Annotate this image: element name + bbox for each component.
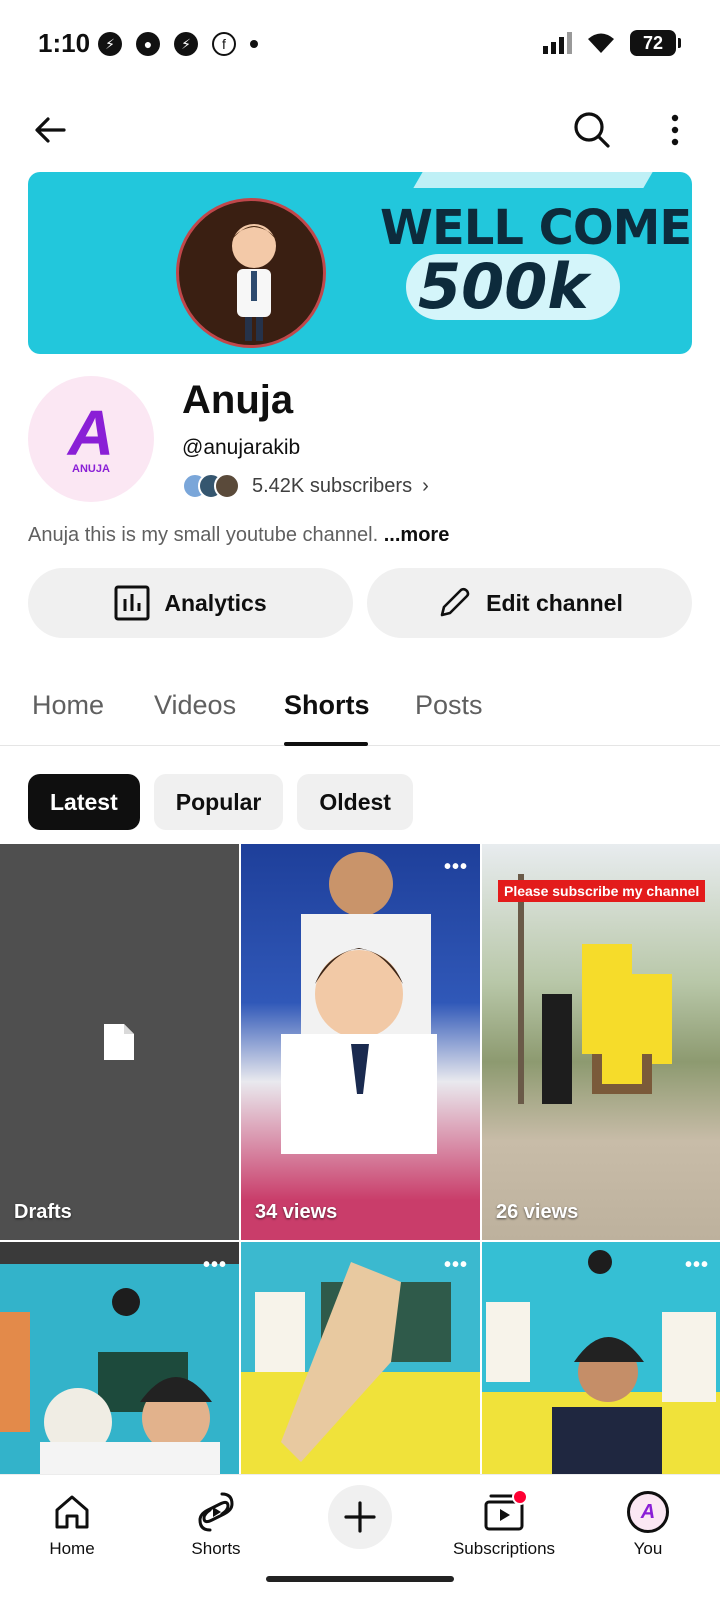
tile-more-icon[interactable]: ••• <box>203 1254 227 1277</box>
nav-home[interactable]: Home <box>12 1485 132 1559</box>
channel-name: Anuja <box>182 378 294 422</box>
notification-icons: ⚡ ● ⚡ f <box>98 32 258 56</box>
short-tile[interactable]: ••• <box>482 1242 720 1474</box>
nav-home-label: Home <box>49 1539 95 1558</box>
you-avatar: A <box>627 1491 669 1533</box>
short-thumbnail-image <box>281 852 437 1154</box>
shorts-icon <box>198 1492 234 1532</box>
short-tile[interactable]: ••• 34 views <box>241 844 480 1240</box>
tab-videos[interactable]: Videos <box>154 690 236 721</box>
channel-description[interactable]: Anuja this is my small youtube channel. … <box>28 524 449 547</box>
sort-chips: Latest Popular Oldest <box>28 774 413 830</box>
channel-avatar[interactable]: A ANUJA <box>28 376 154 502</box>
status-time: 1:10 <box>38 28 91 58</box>
short-tile[interactable]: ••• <box>241 1242 480 1474</box>
tab-home[interactable]: Home <box>32 690 104 721</box>
nav-shorts-label: Shorts <box>191 1539 241 1558</box>
home-indicator[interactable] <box>266 1576 454 1582</box>
back-arrow-icon[interactable] <box>28 108 72 152</box>
chip-latest[interactable]: Latest <box>28 774 140 830</box>
top-bar <box>0 100 720 160</box>
drafts-tile[interactable]: Drafts <box>0 844 239 1240</box>
subscriber-count: 5.42K subscribers <box>252 474 413 497</box>
channel-logo-text: ANUJA <box>72 463 110 475</box>
tile-caption: 26 views <box>496 1201 579 1223</box>
battery-icon: 72 <box>630 30 681 56</box>
chevron-right-icon: › <box>422 474 429 497</box>
nav-subscriptions-label: Subscriptions <box>452 1539 556 1558</box>
search-icon[interactable] <box>570 108 614 152</box>
nav-you-label: You <box>633 1539 663 1558</box>
shorts-grid: Drafts ••• 34 views Please subscribe my … <box>0 844 720 1474</box>
action-row: Analytics Edit channel <box>28 568 692 638</box>
wifi-icon <box>588 33 614 53</box>
more-vertical-icon[interactable] <box>660 108 690 152</box>
signal-icon <box>543 32 572 54</box>
home-icon <box>55 1495 89 1529</box>
chat-icon: ● <box>136 32 160 56</box>
chip-oldest[interactable]: Oldest <box>297 774 413 830</box>
edit-channel-label: Edit channel <box>486 589 623 616</box>
doctor-icon <box>231 224 277 341</box>
tab-posts[interactable]: Posts <box>415 690 483 721</box>
banner-doctor-illustration <box>176 198 326 348</box>
tile-caption: Drafts <box>14 1201 72 1223</box>
facebook-icon: f <box>212 32 236 56</box>
subscribe-overlay-text: Please subscribe my channel <box>498 880 706 902</box>
tab-shorts[interactable]: Shorts <box>284 690 370 721</box>
analytics-button[interactable]: Analytics <box>28 568 353 638</box>
battery-level: 72 <box>642 32 664 53</box>
chip-popular[interactable]: Popular <box>153 774 284 830</box>
description-text: Anuja this is my small youtube channel. <box>28 524 379 546</box>
pencil-icon <box>440 587 470 617</box>
nav-shorts[interactable]: Shorts <box>156 1485 276 1559</box>
create-button[interactable] <box>328 1485 392 1549</box>
channel-handle: @anujarakib <box>182 436 301 459</box>
subscriber-avatars <box>182 473 240 499</box>
tile-caption: 34 views <box>255 1201 338 1223</box>
plus-icon <box>344 1501 376 1533</box>
messenger-icon: ⚡ <box>174 32 198 56</box>
edit-channel-button[interactable]: Edit channel <box>367 568 692 638</box>
more-notifications-icon <box>250 40 258 48</box>
more-link[interactable]: ...more <box>384 524 450 546</box>
short-thumbnail-image <box>518 874 672 1104</box>
banner-stripe <box>413 172 653 188</box>
tile-more-icon[interactable]: ••• <box>444 1254 468 1277</box>
analytics-icon <box>114 585 150 621</box>
analytics-label: Analytics <box>164 589 267 616</box>
document-icon <box>104 1024 134 1060</box>
notification-dot <box>512 1489 528 1505</box>
subscribers-row[interactable]: 5.42K subscribers › <box>182 470 429 502</box>
nav-you[interactable]: A You <box>588 1485 708 1559</box>
tile-more-icon[interactable]: ••• <box>444 856 468 879</box>
status-bar: 1:10 ⚡ ● ⚡ f 72 <box>0 0 720 90</box>
tile-more-icon[interactable]: ••• <box>685 1254 709 1277</box>
channel-tabs: Home Videos Shorts Posts <box>0 660 720 746</box>
channel-logo-icon: A <box>67 397 115 469</box>
subscriber-avatar <box>214 473 240 499</box>
channel-banner: WELL COME 500k <box>28 172 692 354</box>
short-tile[interactable]: Please subscribe my channel 26 views <box>482 844 720 1240</box>
active-tab-indicator <box>284 742 368 746</box>
banner-title: WELL COME <box>380 200 692 256</box>
messenger-icon: ⚡ <box>98 32 122 56</box>
system-icons: 72 <box>543 30 681 56</box>
nav-subscriptions[interactable]: Subscriptions <box>444 1485 564 1559</box>
short-tile[interactable]: ••• <box>0 1242 239 1474</box>
banner-subtitle: 500k <box>418 250 589 323</box>
